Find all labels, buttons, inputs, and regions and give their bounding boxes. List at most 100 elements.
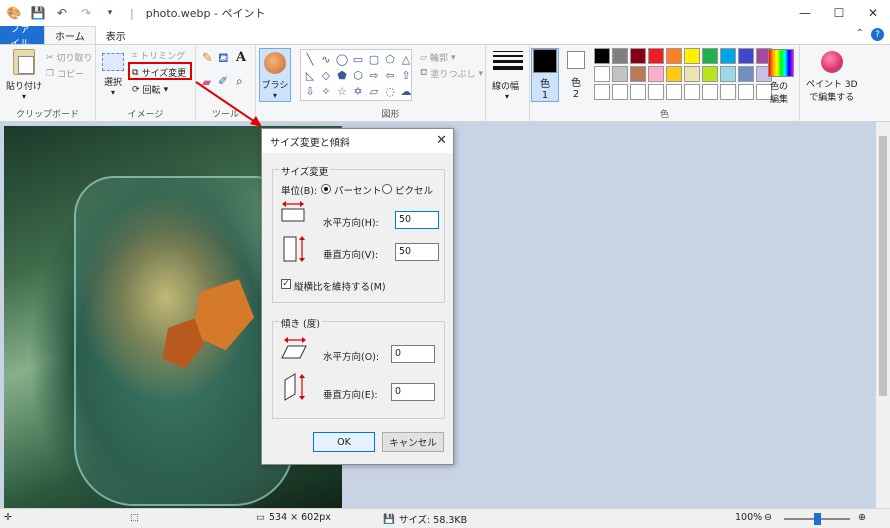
vertical-scrollbar[interactable]: [876, 122, 890, 508]
zoom-slider[interactable]: [784, 513, 850, 525]
paint3d-button[interactable]: ペイント 3D で編集する: [806, 51, 858, 103]
ok-button[interactable]: OK: [313, 432, 375, 452]
diamond-shape-icon[interactable]: ◇: [318, 67, 334, 83]
six-point-star-shape-icon[interactable]: ✡: [350, 83, 366, 99]
five-point-star-shape-icon[interactable]: ☆: [334, 83, 350, 99]
fill-bucket-icon[interactable]: ⛾: [218, 51, 229, 68]
palette-swatch[interactable]: [630, 48, 646, 64]
vertical-input[interactable]: 50: [395, 243, 439, 261]
zoom-out-icon[interactable]: ⊖: [764, 512, 772, 523]
up-arrow-shape-icon[interactable]: ⇧: [398, 67, 414, 83]
eraser-icon[interactable]: ▰: [202, 75, 211, 89]
maximize-button[interactable]: ☐: [822, 0, 856, 26]
palette-swatch[interactable]: [594, 66, 610, 82]
palette-swatch[interactable]: [630, 84, 646, 100]
cloud-shape-icon[interactable]: ☁: [398, 83, 414, 99]
fill-button[interactable]: ⛾ 塗りつぶし ▾: [420, 67, 483, 80]
palette-swatch[interactable]: [594, 84, 610, 100]
redo-icon[interactable]: ↷: [78, 5, 94, 21]
crop-label: トリミング: [140, 52, 186, 62]
palette-swatch[interactable]: [702, 84, 718, 100]
palette-swatch[interactable]: [702, 48, 718, 64]
right-triangle-shape-icon[interactable]: ◺: [302, 67, 318, 83]
line-width-button[interactable]: 線の幅: [492, 79, 519, 92]
tab-file[interactable]: ファイル: [0, 24, 44, 50]
dialog-close-icon[interactable]: ✕: [436, 133, 447, 148]
cut-button[interactable]: ✂ 切り取り: [46, 51, 93, 65]
right-arrow-shape-icon[interactable]: ⇨: [366, 67, 382, 83]
palette-swatch[interactable]: [666, 48, 682, 64]
palette-swatch[interactable]: [612, 84, 628, 100]
line-width-icon[interactable]: [493, 51, 523, 73]
curve-shape-icon[interactable]: ∿: [318, 51, 334, 67]
tab-view[interactable]: 表示: [96, 26, 136, 44]
outline-button[interactable]: ▱ 輪郭 ▾: [420, 51, 455, 65]
four-point-star-shape-icon[interactable]: ✧: [318, 83, 334, 99]
callout-oval-shape-icon[interactable]: ◌: [382, 83, 398, 99]
triangle-shape-icon[interactable]: △: [398, 51, 414, 67]
palette-swatch[interactable]: [594, 48, 610, 64]
save-icon[interactable]: 💾: [30, 5, 46, 21]
hexagon-shape-icon[interactable]: ⬡: [350, 67, 366, 83]
edit-colors-icon[interactable]: [768, 49, 794, 77]
palette-swatch[interactable]: [738, 84, 754, 100]
collapse-ribbon-icon[interactable]: ⌃: [856, 28, 864, 39]
copy-button[interactable]: ❐ コピー: [46, 67, 84, 81]
color2-button[interactable]: 色 2: [562, 48, 590, 102]
horizontal-input[interactable]: 50: [395, 211, 439, 229]
oval-shape-icon[interactable]: ◯: [334, 51, 350, 67]
palette-swatch[interactable]: [720, 66, 736, 82]
pencil-icon[interactable]: ✎: [202, 51, 213, 66]
zoom-in-icon[interactable]: ⊕: [858, 512, 866, 523]
palette-swatch[interactable]: [648, 48, 664, 64]
palette-swatch[interactable]: [684, 66, 700, 82]
rectangle-shape-icon[interactable]: ▭: [350, 51, 366, 67]
magnifier-icon[interactable]: ⌕: [236, 74, 243, 89]
customize-quick-access-icon[interactable]: ▾: [102, 5, 118, 21]
palette-swatch[interactable]: [648, 84, 664, 100]
palette-swatch[interactable]: [720, 84, 736, 100]
palette-swatch[interactable]: [684, 84, 700, 100]
polygon-shape-icon[interactable]: ⬠: [382, 51, 398, 67]
zoom-slider-thumb[interactable]: [814, 513, 821, 525]
tab-home[interactable]: ホーム: [44, 26, 96, 44]
palette-swatch[interactable]: [666, 66, 682, 82]
keep-aspect-checkbox[interactable]: ✓: [281, 279, 291, 289]
color1-button[interactable]: 色 1: [531, 48, 559, 102]
palette-swatch[interactable]: [612, 66, 628, 82]
palette-swatch[interactable]: [702, 66, 718, 82]
text-icon[interactable]: A: [236, 50, 246, 65]
color-picker-icon[interactable]: ✐: [218, 74, 228, 88]
unit-pixel-radio[interactable]: [382, 184, 392, 194]
edit-colors-button[interactable]: 色の 編集: [770, 79, 788, 105]
line-shape-icon[interactable]: ╲: [302, 51, 318, 67]
palette-swatch[interactable]: [648, 66, 664, 82]
skew-vertical-input[interactable]: 0: [391, 383, 435, 401]
rotate-button[interactable]: ⟳ 回転 ▾: [132, 83, 168, 97]
palette-swatch[interactable]: [684, 48, 700, 64]
help-icon[interactable]: ?: [871, 28, 884, 41]
minimize-button[interactable]: —: [788, 0, 822, 26]
palette-swatch[interactable]: [738, 66, 754, 82]
undo-icon[interactable]: ↶: [54, 5, 70, 21]
colors-group-label: 色: [659, 110, 669, 120]
palette-swatch[interactable]: [612, 48, 628, 64]
palette-swatch[interactable]: [738, 48, 754, 64]
crop-button[interactable]: ⌗ トリミング: [132, 49, 186, 63]
callout-rect-shape-icon[interactable]: ▱: [366, 83, 382, 99]
brush-button[interactable]: ブラシ ▾: [259, 48, 291, 102]
scrollbar-thumb[interactable]: [879, 136, 887, 396]
unit-percent-radio[interactable]: [321, 184, 331, 194]
palette-swatch[interactable]: [666, 84, 682, 100]
close-button[interactable]: ✕: [856, 0, 890, 26]
paste-button[interactable]: 貼り付け ▾: [6, 49, 42, 101]
left-arrow-shape-icon[interactable]: ⇦: [382, 67, 398, 83]
palette-swatch[interactable]: [630, 66, 646, 82]
skew-horizontal-input[interactable]: 0: [391, 345, 435, 363]
rounded-rectangle-shape-icon[interactable]: ▢: [366, 51, 382, 67]
select-button[interactable]: 選択 ▾: [102, 53, 124, 97]
down-arrow-shape-icon[interactable]: ⇩: [302, 83, 318, 99]
pentagon-shape-icon[interactable]: ⬟: [334, 67, 350, 83]
palette-swatch[interactable]: [720, 48, 736, 64]
cancel-button[interactable]: キャンセル: [382, 432, 444, 452]
